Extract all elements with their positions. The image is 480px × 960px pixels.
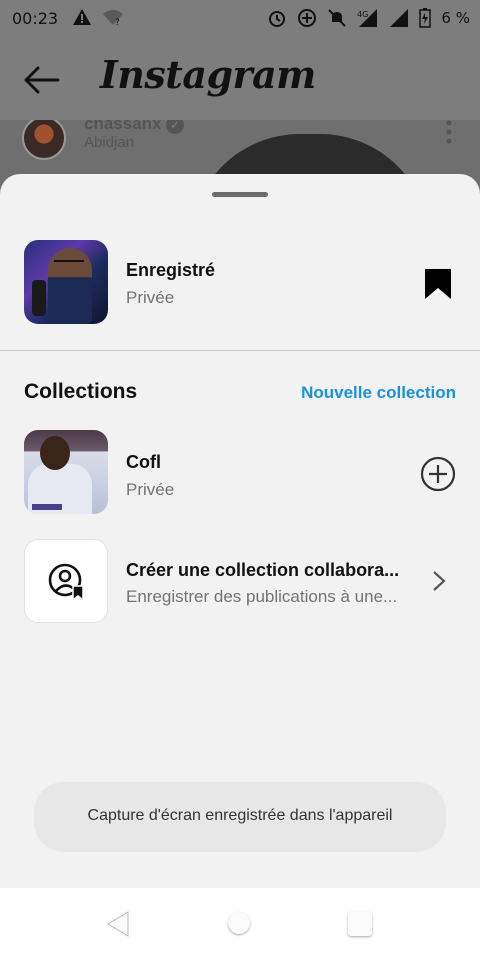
collaborative-collection-tile[interactable]	[24, 539, 108, 623]
alarm-icon	[269, 11, 286, 27]
collection-title[interactable]: Cofl	[126, 452, 161, 473]
battery-charging-icon	[419, 8, 432, 28]
drag-handle[interactable]	[212, 192, 268, 197]
avatar	[22, 120, 66, 160]
collaborative-subtitle: Enregistrer des publications à une...	[126, 587, 398, 606]
chevron-right-icon[interactable]	[432, 570, 446, 592]
divider	[0, 350, 480, 351]
bookmark-filled-icon[interactable]	[424, 268, 452, 300]
post-location: Abidjan	[84, 134, 135, 151]
app-header: Instagram	[0, 38, 480, 120]
collections-heading: Collections	[24, 380, 138, 403]
network-label: 4G	[357, 10, 368, 19]
more-vertical-icon	[446, 120, 452, 144]
screenshot-toast: Capture d'écran enregistrée dans l'appar…	[34, 782, 446, 852]
save-bottom-sheet: Enregistré Privée Collections Nouvelle c…	[0, 174, 480, 888]
wifi-unknown-icon: ?	[103, 10, 123, 26]
saved-title: Enregistré	[126, 260, 216, 280]
signal-icon: 4G	[357, 9, 378, 27]
saved-row[interactable]: Enregistré Privée	[0, 240, 480, 326]
arrow-left-icon[interactable]	[22, 62, 62, 98]
new-collection-button[interactable]: Nouvelle collection	[301, 383, 456, 403]
instagram-logo: Instagram	[100, 52, 316, 97]
status-bar: 00:23 ? 4G 6 %	[0, 0, 480, 38]
nav-recents-icon[interactable]	[348, 912, 372, 936]
data-saver-icon	[298, 9, 317, 27]
signal-icon-2	[390, 9, 409, 27]
collaborative-title[interactable]: Créer une collection collabora...	[126, 560, 399, 581]
svg-text:?: ?	[115, 18, 120, 26]
saved-thumbnail	[24, 240, 108, 324]
system-navigation-bar	[0, 888, 480, 960]
nav-home-icon[interactable]	[228, 912, 250, 934]
post-username: chassanx	[84, 120, 162, 133]
warning-icon	[73, 9, 91, 25]
saved-subtitle: Privée	[126, 288, 175, 307]
status-time: 00:23	[12, 9, 59, 28]
plus-circle-icon[interactable]	[420, 456, 456, 492]
verified-icon: ✓	[166, 120, 184, 134]
battery-percent: 6 %	[441, 9, 470, 27]
toast-text: Capture d'écran enregistrée dans l'appar…	[87, 807, 393, 824]
collection-subtitle: Privée	[126, 480, 175, 499]
user-bookmark-icon	[48, 563, 84, 602]
nav-back-icon[interactable]	[106, 910, 130, 938]
collection-thumbnail[interactable]	[24, 430, 108, 514]
mute-icon	[328, 9, 347, 27]
